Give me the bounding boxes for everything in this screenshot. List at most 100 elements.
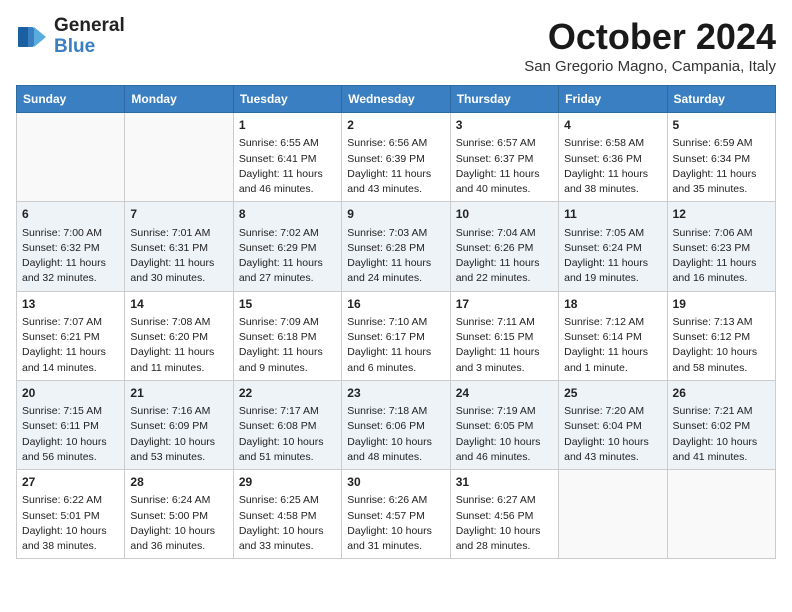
day-number: 6 — [22, 206, 119, 223]
calendar-week-row: 20 Sunrise: 7:15 AM Sunset: 6:11 PM Dayli… — [17, 380, 776, 469]
day-number: 1 — [239, 117, 336, 134]
logo-blue: Blue — [54, 37, 125, 58]
day-info: Sunrise: 7:12 AM Sunset: 6:14 PM Dayligh… — [564, 315, 661, 376]
day-info: Sunrise: 7:11 AM Sunset: 6:15 PM Dayligh… — [456, 315, 553, 376]
day-number: 30 — [347, 474, 444, 491]
day-number: 25 — [564, 385, 661, 402]
calendar-day-cell — [559, 470, 667, 559]
calendar-day-cell: 28 Sunrise: 6:24 AM Sunset: 5:00 PM Dayli… — [125, 470, 233, 559]
calendar-day-cell: 20 Sunrise: 7:15 AM Sunset: 6:11 PM Dayli… — [17, 380, 125, 469]
day-info: Sunrise: 6:55 AM Sunset: 6:41 PM Dayligh… — [239, 136, 336, 197]
day-number: 28 — [130, 474, 227, 491]
calendar-day-cell: 19 Sunrise: 7:13 AM Sunset: 6:12 PM Dayli… — [667, 291, 775, 380]
day-info: Sunrise: 6:58 AM Sunset: 6:36 PM Dayligh… — [564, 136, 661, 197]
calendar-day-cell: 29 Sunrise: 6:25 AM Sunset: 4:58 PM Dayli… — [233, 470, 341, 559]
day-number: 26 — [673, 385, 770, 402]
day-info: Sunrise: 6:59 AM Sunset: 6:34 PM Dayligh… — [673, 136, 770, 197]
day-number: 19 — [673, 296, 770, 313]
day-info: Sunrise: 7:16 AM Sunset: 6:09 PM Dayligh… — [130, 404, 227, 465]
calendar-day-cell: 9Sunrise: 7:03 AM Sunset: 6:28 PM Daylig… — [342, 202, 450, 291]
day-info: Sunrise: 6:26 AM Sunset: 4:57 PM Dayligh… — [347, 493, 444, 554]
day-info: Sunrise: 7:20 AM Sunset: 6:04 PM Dayligh… — [564, 404, 661, 465]
calendar-week-row: 13 Sunrise: 7:07 AM Sunset: 6:21 PM Dayli… — [17, 291, 776, 380]
calendar-day-cell — [17, 113, 125, 202]
day-number: 8 — [239, 206, 336, 223]
calendar-day-cell: 27 Sunrise: 6:22 AM Sunset: 5:01 PM Dayli… — [17, 470, 125, 559]
day-info: Sunrise: 6:24 AM Sunset: 5:00 PM Dayligh… — [130, 493, 227, 554]
day-info: Sunrise: 7:18 AM Sunset: 6:06 PM Dayligh… — [347, 404, 444, 465]
day-number: 20 — [22, 385, 119, 402]
day-info: Sunrise: 6:22 AM Sunset: 5:01 PM Dayligh… — [22, 493, 119, 554]
calendar-header-row: SundayMondayTuesdayWednesdayThursdayFrid… — [17, 86, 776, 113]
calendar-day-cell: 10 Sunrise: 7:04 AM Sunset: 6:26 PM Dayli… — [450, 202, 558, 291]
day-info: Sunrise: 6:56 AM Sunset: 6:39 PM Dayligh… — [347, 136, 444, 197]
month-title: October 2024 — [524, 16, 776, 58]
calendar-day-cell — [667, 470, 775, 559]
weekday-header: Tuesday — [233, 86, 341, 113]
calendar-day-cell: 25 Sunrise: 7:20 AM Sunset: 6:04 PM Dayli… — [559, 380, 667, 469]
calendar-day-cell: 2Sunrise: 6:56 AM Sunset: 6:39 PM Daylig… — [342, 113, 450, 202]
day-number: 9 — [347, 206, 444, 223]
day-info: Sunrise: 6:57 AM Sunset: 6:37 PM Dayligh… — [456, 136, 553, 197]
day-info: Sunrise: 7:05 AM Sunset: 6:24 PM Dayligh… — [564, 226, 661, 287]
page-header: General Blue October 2024 San Gregorio M… — [16, 16, 776, 75]
calendar-day-cell: 4 Sunrise: 6:58 AM Sunset: 6:36 PM Daylig… — [559, 113, 667, 202]
calendar-day-cell: 12Sunrise: 7:06 AM Sunset: 6:23 PM Dayli… — [667, 202, 775, 291]
day-number: 18 — [564, 296, 661, 313]
weekday-header: Saturday — [667, 86, 775, 113]
calendar-week-row: 27 Sunrise: 6:22 AM Sunset: 5:01 PM Dayli… — [17, 470, 776, 559]
calendar-day-cell: 5Sunrise: 6:59 AM Sunset: 6:34 PM Daylig… — [667, 113, 775, 202]
calendar-day-cell: 15 Sunrise: 7:09 AM Sunset: 6:18 PM Dayli… — [233, 291, 341, 380]
day-info: Sunrise: 7:08 AM Sunset: 6:20 PM Dayligh… — [130, 315, 227, 376]
day-number: 23 — [347, 385, 444, 402]
day-number: 10 — [456, 206, 553, 223]
calendar-day-cell: 22Sunrise: 7:17 AM Sunset: 6:08 PM Dayli… — [233, 380, 341, 469]
calendar-table: SundayMondayTuesdayWednesdayThursdayFrid… — [16, 85, 776, 559]
weekday-header: Friday — [559, 86, 667, 113]
calendar-day-cell: 31 Sunrise: 6:27 AM Sunset: 4:56 PM Dayli… — [450, 470, 558, 559]
calendar-day-cell: 14 Sunrise: 7:08 AM Sunset: 6:20 PM Dayli… — [125, 291, 233, 380]
day-info: Sunrise: 7:21 AM Sunset: 6:02 PM Dayligh… — [673, 404, 770, 465]
day-number: 16 — [347, 296, 444, 313]
day-info: Sunrise: 6:25 AM Sunset: 4:58 PM Dayligh… — [239, 493, 336, 554]
calendar-day-cell: 3 Sunrise: 6:57 AM Sunset: 6:37 PM Daylig… — [450, 113, 558, 202]
day-number: 14 — [130, 296, 227, 313]
logo: General Blue — [16, 16, 125, 58]
weekday-header: Thursday — [450, 86, 558, 113]
day-info: Sunrise: 6:27 AM Sunset: 4:56 PM Dayligh… — [456, 493, 553, 554]
day-number: 12 — [673, 206, 770, 223]
calendar-day-cell: 30 Sunrise: 6:26 AM Sunset: 4:57 PM Dayli… — [342, 470, 450, 559]
day-info: Sunrise: 7:07 AM Sunset: 6:21 PM Dayligh… — [22, 315, 119, 376]
calendar-day-cell: 23 Sunrise: 7:18 AM Sunset: 6:06 PM Dayli… — [342, 380, 450, 469]
day-number: 27 — [22, 474, 119, 491]
day-number: 21 — [130, 385, 227, 402]
calendar-day-cell: 21 Sunrise: 7:16 AM Sunset: 6:09 PM Dayli… — [125, 380, 233, 469]
calendar-day-cell: 17Sunrise: 7:11 AM Sunset: 6:15 PM Dayli… — [450, 291, 558, 380]
day-number: 4 — [564, 117, 661, 134]
calendar-day-cell: 16 Sunrise: 7:10 AM Sunset: 6:17 PM Dayli… — [342, 291, 450, 380]
calendar-day-cell: 1 Sunrise: 6:55 AM Sunset: 6:41 PM Daylig… — [233, 113, 341, 202]
day-number: 13 — [22, 296, 119, 313]
calendar-day-cell: 26 Sunrise: 7:21 AM Sunset: 6:02 PM Dayli… — [667, 380, 775, 469]
weekday-header: Wednesday — [342, 86, 450, 113]
calendar-day-cell — [125, 113, 233, 202]
day-number: 3 — [456, 117, 553, 134]
logo-general: General — [54, 16, 125, 37]
calendar-day-cell: 24Sunrise: 7:19 AM Sunset: 6:05 PM Dayli… — [450, 380, 558, 469]
title-block: October 2024 San Gregorio Magno, Campani… — [524, 16, 776, 75]
day-info: Sunrise: 7:15 AM Sunset: 6:11 PM Dayligh… — [22, 404, 119, 465]
day-info: Sunrise: 7:13 AM Sunset: 6:12 PM Dayligh… — [673, 315, 770, 376]
day-info: Sunrise: 7:10 AM Sunset: 6:17 PM Dayligh… — [347, 315, 444, 376]
day-number: 7 — [130, 206, 227, 223]
calendar-day-cell: 7 Sunrise: 7:01 AM Sunset: 6:31 PM Daylig… — [125, 202, 233, 291]
calendar-week-row: 6Sunrise: 7:00 AM Sunset: 6:32 PM Daylig… — [17, 202, 776, 291]
day-info: Sunrise: 7:04 AM Sunset: 6:26 PM Dayligh… — [456, 226, 553, 287]
calendar-day-cell: 6Sunrise: 7:00 AM Sunset: 6:32 PM Daylig… — [17, 202, 125, 291]
day-number: 15 — [239, 296, 336, 313]
day-info: Sunrise: 7:09 AM Sunset: 6:18 PM Dayligh… — [239, 315, 336, 376]
day-number: 22 — [239, 385, 336, 402]
day-number: 29 — [239, 474, 336, 491]
day-number: 24 — [456, 385, 553, 402]
day-number: 31 — [456, 474, 553, 491]
day-info: Sunrise: 7:01 AM Sunset: 6:31 PM Dayligh… — [130, 226, 227, 287]
